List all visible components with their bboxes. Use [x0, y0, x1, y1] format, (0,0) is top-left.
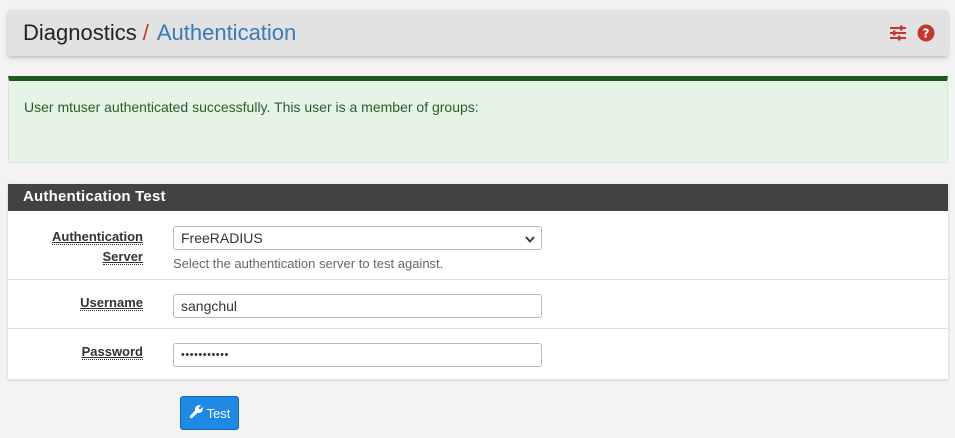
- password-value: •••••••••••: [181, 349, 229, 361]
- server-label: Authentication Server: [8, 211, 153, 279]
- success-alert: User mtuser authenticated successfully. …: [8, 76, 948, 163]
- svg-text:?: ?: [923, 27, 930, 41]
- username-label: Username: [8, 280, 153, 328]
- password-label: Password: [8, 329, 153, 378]
- breadcrumb-separator: /: [142, 20, 149, 45]
- server-help: Select the authentication server to test…: [173, 256, 444, 271]
- page: Diagnostics / Authentication ? User mtus…: [0, 0, 955, 438]
- password-row: Password •••••••••••: [8, 329, 948, 378]
- header-icons: ?: [888, 23, 936, 43]
- password-label-text: Password: [81, 344, 143, 360]
- breadcrumb-current[interactable]: Authentication: [157, 20, 296, 46]
- breadcrumb: Diagnostics / Authentication: [23, 20, 296, 46]
- username-field: sangchul: [153, 280, 542, 328]
- test-button[interactable]: Test: [180, 396, 239, 430]
- password-field: •••••••••••: [153, 329, 542, 378]
- wrench-icon: [189, 404, 204, 422]
- password-input[interactable]: •••••••••••: [173, 343, 542, 367]
- panel-title: Authentication Test: [8, 184, 948, 211]
- username-row: Username sangchul: [8, 280, 948, 329]
- auth-test-panel: Authentication Test Authentication Serve…: [8, 184, 948, 379]
- username-label-text: Username: [80, 295, 143, 311]
- server-label-line1: Authentication: [52, 229, 143, 245]
- alert-message: User mtuser authenticated successfully. …: [24, 99, 479, 115]
- page-header: Diagnostics / Authentication ?: [8, 10, 948, 56]
- server-select-value: FreeRADIUS: [181, 230, 263, 246]
- server-select[interactable]: FreeRADIUS: [173, 226, 542, 250]
- username-input[interactable]: sangchul: [173, 294, 542, 318]
- chevron-down-icon: [525, 230, 535, 246]
- server-label-line2: Server: [102, 249, 143, 265]
- sliders-icon[interactable]: [888, 23, 908, 43]
- breadcrumb-root[interactable]: Diagnostics: [23, 20, 137, 46]
- server-field: FreeRADIUS Select the authentication ser…: [153, 211, 542, 279]
- help-icon[interactable]: ?: [916, 23, 936, 43]
- server-row: Authentication Server FreeRADIUS Select …: [8, 211, 948, 280]
- test-button-label: Test: [206, 405, 231, 421]
- username-value: sangchul: [181, 298, 238, 314]
